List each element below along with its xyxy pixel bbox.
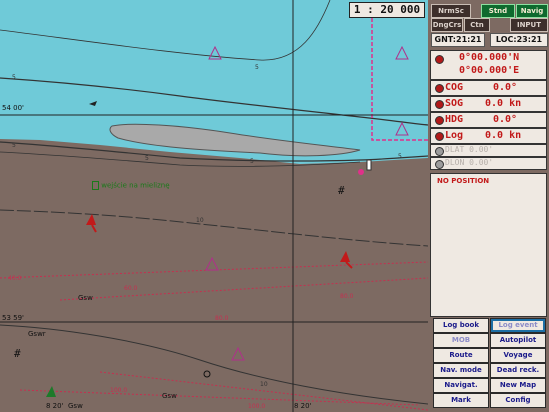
note-icon (92, 181, 99, 190)
status-dot-icon (435, 84, 444, 93)
depth-contour-10 (0, 209, 428, 247)
beacon-icon (366, 159, 372, 171)
sog-value: 0.0 kn (485, 98, 522, 109)
depth-label: 100.0 (110, 387, 127, 394)
buoy-icon (86, 214, 97, 233)
hazard-icon (205, 256, 219, 271)
depth-label: 40.0 (8, 275, 22, 282)
chart-canvas[interactable]: # # 5 5 5 5 5 5 10 10 40.0 60.0 80.0 100… (0, 0, 428, 412)
voyage-button[interactable]: Voyage (490, 348, 546, 363)
hdg-value: 0.0° (493, 114, 518, 125)
route-button[interactable]: Route (433, 348, 489, 363)
nav-panel: NrmSc Stnd Navig DngCrs Ctn INPUT GNT:21… (428, 0, 549, 412)
buoy-label: Gsw (78, 294, 93, 302)
depth-label: 10 (260, 381, 268, 388)
log-display[interactable]: Log 0.0 kn (430, 128, 547, 144)
input-toggle[interactable]: INPUT (510, 18, 548, 32)
sog-display[interactable]: SOG 0.0 kn (430, 96, 547, 112)
buoy-icon (46, 386, 56, 397)
depth-label: 5 (255, 64, 259, 71)
obstruction-icon: # (338, 184, 345, 197)
new-map-button[interactable]: New Map (490, 378, 546, 393)
log-book-button[interactable]: Log book (433, 318, 489, 333)
status-dot-icon (435, 100, 444, 109)
depth-label: 5 (12, 74, 16, 81)
log-label: Log (445, 130, 464, 141)
autopilot-button[interactable]: Autopilot (490, 333, 546, 348)
buoy-label: Gsw (68, 402, 83, 410)
depth-label: 5 (145, 155, 149, 162)
latitude-value: 0°00.000'N (459, 52, 520, 63)
standard-toggle[interactable]: Stnd (481, 4, 515, 18)
nav-mode-button[interactable]: Nav. mode (433, 363, 489, 378)
rock-icon (203, 370, 211, 378)
log-event-button[interactable]: Log event (490, 318, 546, 333)
depth-label: 5 (250, 158, 254, 165)
chart-note[interactable]: wejście na mieliznę (92, 181, 170, 190)
info-area: NO POSITION (430, 173, 547, 317)
status-dot-icon (435, 55, 444, 64)
ctn-toggle[interactable]: Ctn (464, 18, 490, 32)
dlon-value: DLON 0.00' (445, 158, 494, 167)
depth-label: 100.0 (248, 403, 265, 410)
dlat-display: DLAT 0.00' (430, 144, 547, 157)
config-button[interactable]: Config (490, 393, 546, 408)
navig-toggle[interactable]: Navig (516, 4, 548, 18)
status-dot-icon (435, 116, 444, 125)
depth-label: 60.0 (124, 285, 138, 292)
buoy-icon (340, 251, 353, 269)
depth-label: 10 (196, 217, 204, 224)
chart-view[interactable]: # # 5 5 5 5 5 5 10 10 40.0 60.0 80.0 100… (0, 0, 428, 412)
sog-label: SOG (445, 98, 464, 109)
lon-label: 8 20' (46, 402, 64, 410)
cog-display[interactable]: COG 0.0° (430, 80, 547, 96)
depth-label: 80.0 (340, 293, 354, 300)
danger-course-toggle[interactable]: DngCrs (431, 18, 463, 32)
longitude-value: 0°00.000'E (459, 65, 520, 76)
loc-time: LOC:23:21 (490, 33, 548, 47)
depth-label: 80.0 (215, 315, 229, 322)
mark-button[interactable]: Mark (433, 393, 489, 408)
hdg-label: HDG (445, 114, 464, 125)
status-dot-icon (435, 147, 444, 156)
status-dot-icon (435, 132, 444, 141)
buoy-label: Gsw (162, 392, 177, 400)
dead-reckoning-button[interactable]: Dead reck. (490, 363, 546, 378)
lon-label: 8 20' (294, 402, 312, 410)
log-value: 0.0 kn (485, 130, 522, 141)
dlon-display: DLON 0.00' (430, 157, 547, 170)
scale-indicator[interactable]: 1 : 20 000 (349, 2, 425, 18)
position-status: NO POSITION (437, 177, 490, 185)
lat-label: 53 59' (2, 314, 24, 322)
obstruction-icon: # (14, 347, 21, 360)
navigation-button[interactable]: Navigat. (433, 378, 489, 393)
gnt-time: GNT:21:21 (431, 33, 485, 47)
depth-label: 5 (12, 142, 16, 149)
status-dot-icon (435, 160, 444, 169)
boundary-line-b (59, 277, 428, 301)
depth-label: 5 (398, 153, 402, 160)
hazard-icon (231, 346, 245, 361)
mob-button[interactable]: MOB (433, 333, 489, 348)
lat-label: 54 00' (2, 104, 24, 112)
buoy-label: Gswr (28, 330, 46, 338)
cog-label: COG (445, 82, 464, 93)
cog-value: 0.0° (493, 82, 518, 93)
hdg-display[interactable]: HDG 0.0° (430, 112, 547, 128)
position-display[interactable]: 0°00.000'N 0°00.000'E (430, 50, 547, 80)
chart-note-text: wejście na mieliznę (101, 181, 170, 190)
normal-scale-toggle[interactable]: NrmSc (431, 4, 471, 18)
light-icon (358, 169, 364, 175)
dlat-value: DLAT 0.00' (445, 145, 494, 154)
